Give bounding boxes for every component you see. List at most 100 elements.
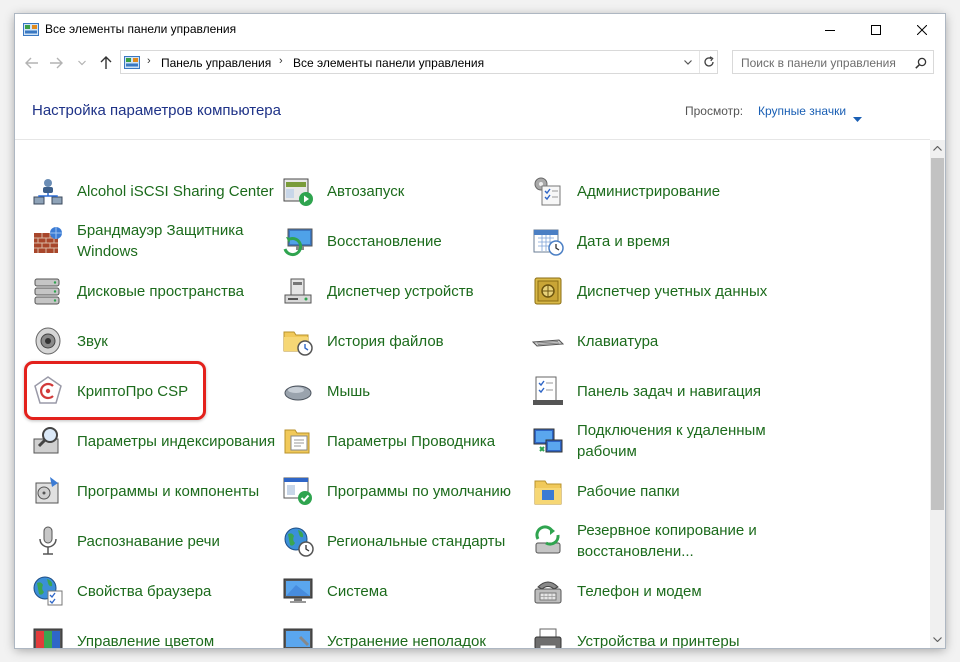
item-backup-restore[interactable]: Резервное копирование и восстановлени... [532,516,772,566]
control-panel-window: Все элементы панели управления › Панель … [15,14,945,648]
item-phone-modem[interactable]: Телефон и модем [532,566,772,616]
maximize-icon [871,25,881,35]
item-label: Свойства браузера [77,582,212,600]
item-default-programs[interactable]: Программы по умолчанию [282,466,522,516]
item-work-folders[interactable]: Рабочие папки [532,466,772,516]
up-button[interactable] [97,54,115,72]
search-placeholder: Поиск в панели управления [741,56,896,70]
item-label: Дата и время [577,232,671,250]
refresh-button[interactable] [699,51,718,73]
item-administration[interactable]: Администрирование [532,166,772,216]
arrow-left-icon [25,57,38,69]
item-device-manager[interactable]: Диспетчер устройств [282,266,522,316]
item-recovery[interactable]: Восстановление [282,216,522,266]
system-monitor-icon [282,575,314,607]
file-history-icon [282,325,314,357]
item-label: Устройства и принтеры [577,632,740,649]
refresh-icon [704,56,714,67]
autoplay-icon [282,175,314,207]
recovery-icon [282,225,314,257]
header-divider [15,139,930,140]
item-label: Мышь [327,382,371,400]
item-autoplay[interactable]: Автозапуск [282,166,522,216]
recent-locations-button[interactable] [73,54,91,72]
item-label: История файлов [327,332,444,350]
firewall-icon [32,225,64,257]
search-input[interactable]: Поиск в панели управления [732,50,934,74]
item-label: Распознавание речи [77,532,220,550]
item-internet-options[interactable]: Свойства браузера [32,566,272,616]
item-color-management[interactable]: Управление цветом [32,616,272,648]
backup-icon [532,525,564,557]
scroll-up-button[interactable] [930,140,945,157]
title-bar: Все элементы панели управления [15,14,945,46]
item-devices-printers[interactable]: Устройства и принтеры [532,616,772,648]
device-manager-icon [282,275,314,307]
item-programs-features[interactable]: Программы и компоненты [32,466,272,516]
color-management-icon [32,625,64,648]
item-label: Программы и компоненты [77,482,260,500]
item-label: Клавиатура [577,332,659,350]
chevron-down-icon [933,637,942,642]
item-label: Панель задач и навигация [577,382,762,400]
item-taskbar-navigation[interactable]: Панель задач и навигация [532,366,772,416]
item-label: Alcohol iSCSI Sharing Center [77,182,274,200]
maximize-button[interactable] [853,14,899,46]
item-alcohol-iscsi[interactable]: Alcohol iSCSI Sharing Center [32,166,274,216]
forward-button[interactable] [47,54,65,72]
item-speech-recognition[interactable]: Распознавание речи [32,516,272,566]
arrow-right-icon [50,57,63,69]
minimize-icon [825,30,835,31]
item-system[interactable]: Система [282,566,522,616]
item-credential-manager[interactable]: Диспетчер учетных данных [532,266,772,316]
item-troubleshooting[interactable]: Устранение неполадок [282,616,522,648]
scroll-thumb[interactable] [931,158,944,510]
breadcrumb-all-items[interactable]: Все элементы панели управления [293,56,484,70]
item-explorer-options[interactable]: Параметры Проводника [282,416,522,466]
item-remote-desktop[interactable]: Подключения к удаленным рабочим [532,416,772,466]
item-indexing-options[interactable]: Параметры индексирования [32,416,275,466]
item-label: Брандмауэр Защитника Windows [77,222,244,260]
scroll-down-button[interactable] [930,631,945,648]
troubleshooting-icon [282,625,314,648]
control-panel-icon [124,56,140,69]
item-label: Диспетчер устройств [327,282,474,300]
arrow-up-icon [100,56,112,69]
programs-icon [32,475,64,507]
item-date-time[interactable]: Дата и время [532,216,772,266]
search-icon[interactable] [915,56,927,74]
minimize-button[interactable] [807,14,853,46]
chevron-down-icon [684,60,692,65]
breadcrumb-control-panel[interactable]: Панель управления [161,56,271,70]
back-button[interactable] [23,54,41,72]
item-label: Администрирование [577,182,721,200]
item-sound[interactable]: Звук [32,316,272,366]
address-dropdown-button[interactable] [681,55,695,69]
close-button[interactable] [899,14,945,46]
item-keyboard[interactable]: Клавиатура [531,316,772,366]
mouse-icon [282,375,314,407]
internet-options-icon [32,575,64,607]
speaker-icon [32,325,64,357]
item-firewall[interactable]: Брандмауэр Защитника Windows [32,216,272,266]
item-label: Восстановление [327,232,442,250]
caret-down-icon[interactable] [853,109,862,127]
remote-desktop-icon [532,425,564,457]
item-label: Автозапуск [327,182,405,200]
chevron-up-icon [933,146,942,151]
address-bar[interactable]: › Панель управления › Все элементы панел… [120,50,718,74]
item-label: Устранение неполадок [327,632,486,649]
item-storage-spaces[interactable]: Дисковые пространства [32,266,272,316]
item-label: Параметры Проводника [327,432,496,450]
item-regional-standards[interactable]: Региональные стандарты [282,516,522,566]
item-label: Система [327,582,388,600]
item-file-history[interactable]: История файлов [282,316,522,366]
calendar-clock-icon [532,225,564,257]
item-label: Дисковые пространства [77,282,245,300]
printer-icon [532,625,564,648]
view-mode-dropdown[interactable]: Крупные значки [758,104,846,118]
navigation-bar: › Панель управления › Все элементы панел… [15,46,945,78]
view-label: Просмотр: [685,104,744,118]
vertical-scrollbar[interactable] [930,140,945,648]
item-mouse[interactable]: Мышь [282,366,522,416]
